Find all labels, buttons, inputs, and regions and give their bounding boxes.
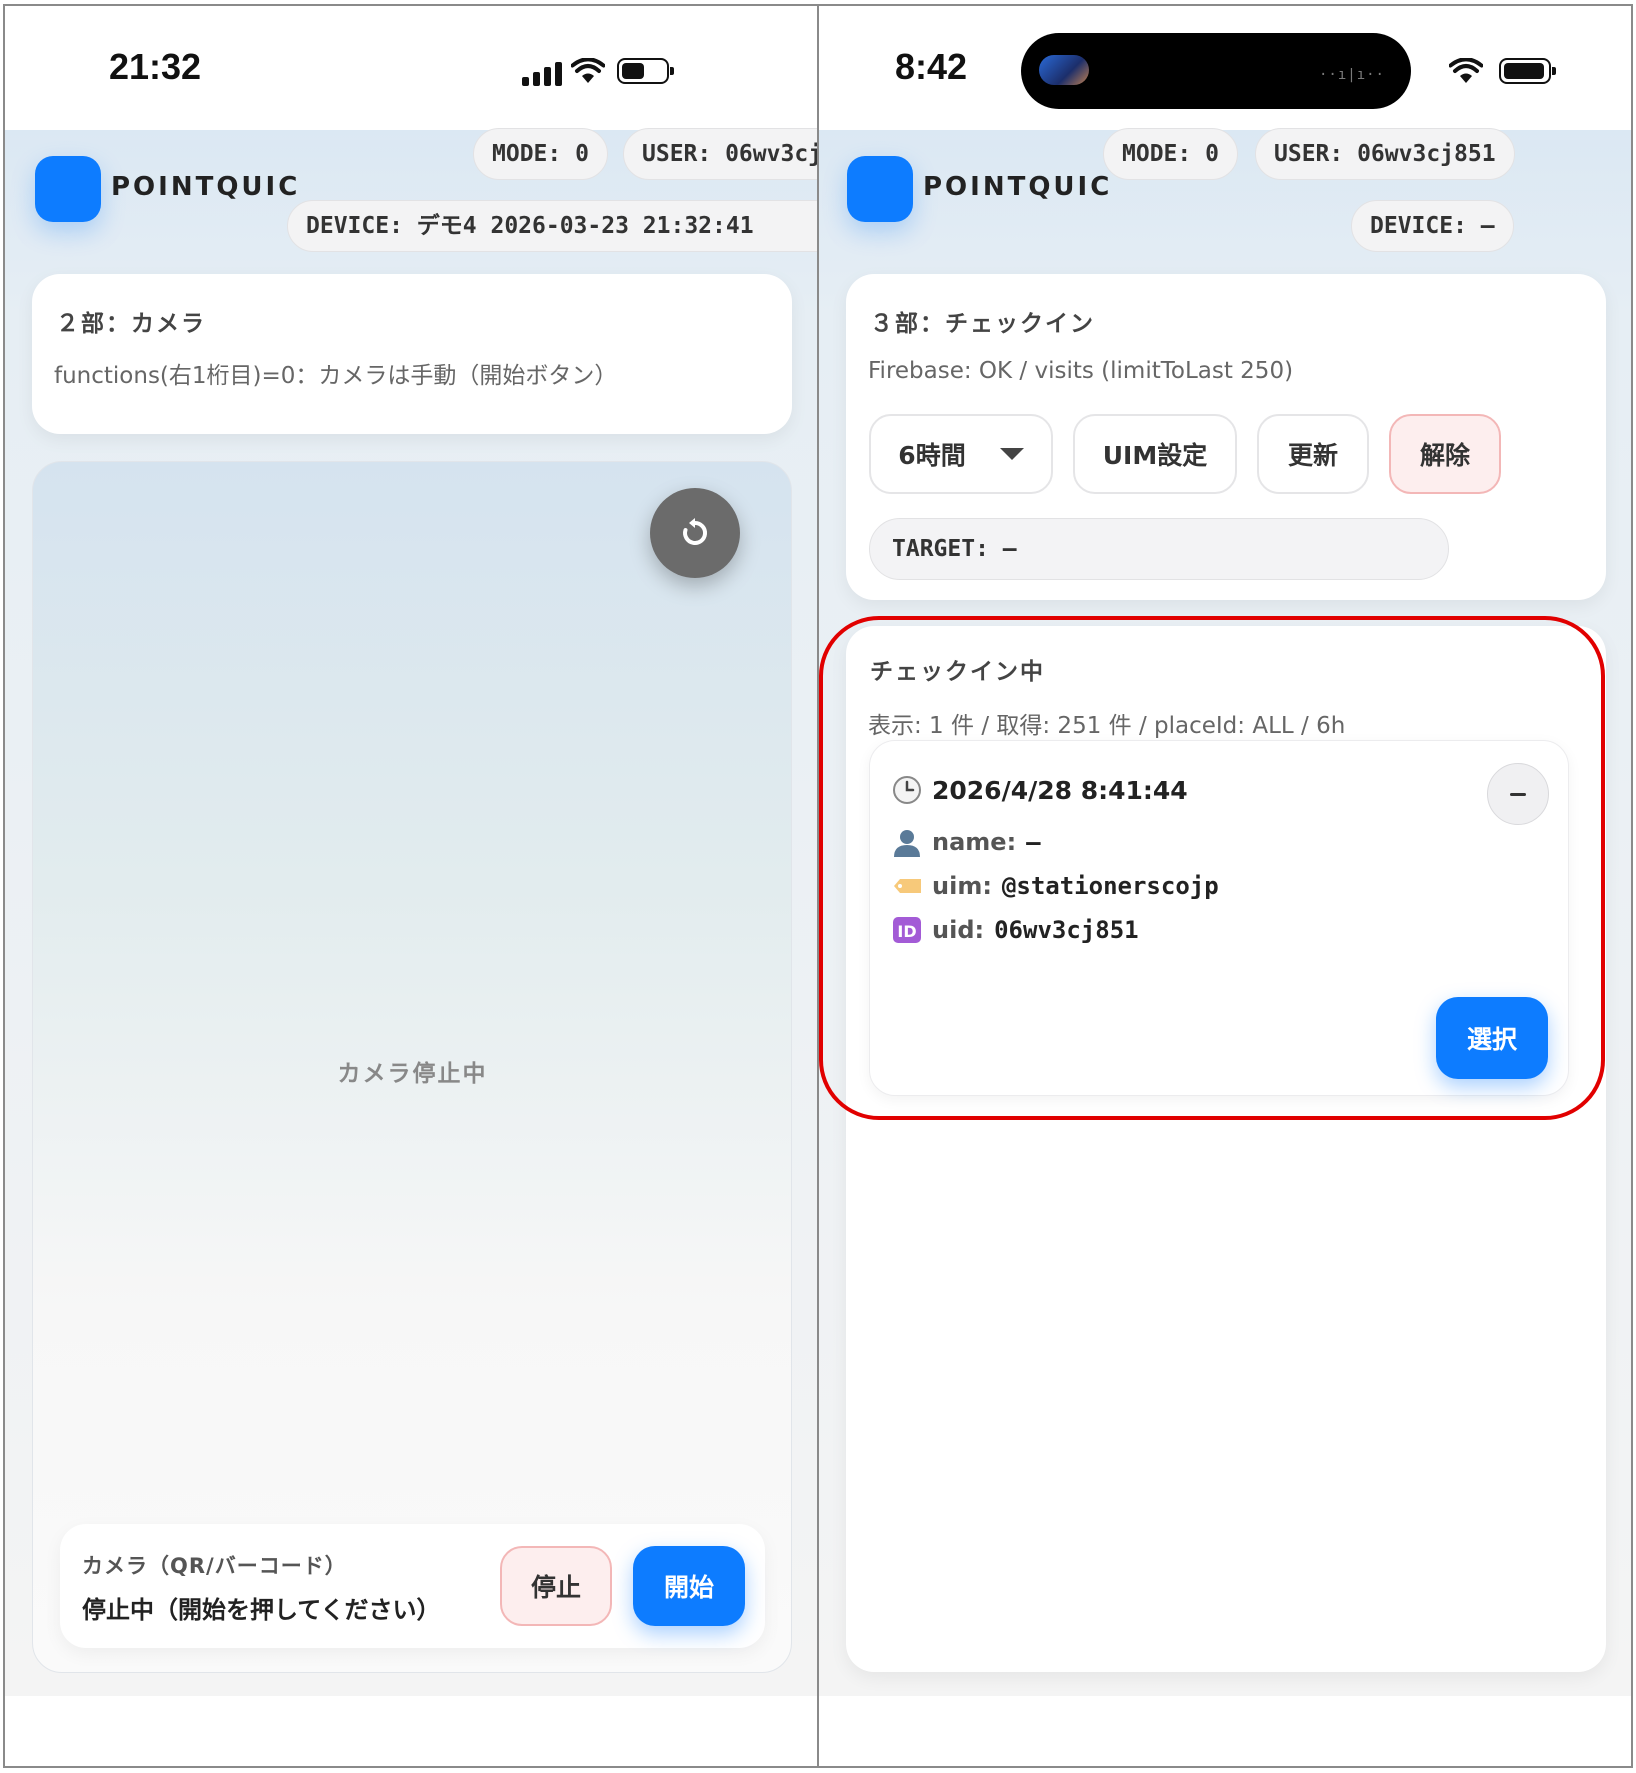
app-logo xyxy=(847,156,913,222)
status-bar: 8:42 ··ı|ı·· xyxy=(819,6,1631,130)
user-pill: USER: 06wv3cj851 xyxy=(623,128,817,180)
audio-waveform-icon: ··ı|ı·· xyxy=(1318,67,1385,83)
camera-status: 停止中（開始を押してください） xyxy=(82,1596,441,1624)
card-title: ２部：カメラ xyxy=(56,311,206,337)
status-time: 21:32 xyxy=(109,46,202,87)
firebase-status: Firebase: OK / visits (limitToLast 250) xyxy=(868,358,1294,384)
refresh-camera-button[interactable] xyxy=(650,488,740,578)
wifi-icon xyxy=(571,58,605,83)
camera-control-panel: カメラ（QR/バーコード） 停止中（開始を押してください） 停止 開始 xyxy=(60,1524,765,1648)
highlight-annotation xyxy=(819,616,1605,1120)
card-subtitle: functions(右1桁目)=0：カメラは手動（開始ボタン） xyxy=(54,363,618,389)
status-time: 8:42 xyxy=(895,46,968,87)
start-button[interactable]: 開始 xyxy=(633,1546,745,1626)
status-bar: 21:32 xyxy=(5,6,817,130)
cellular-signal-icon xyxy=(522,62,562,86)
wifi-icon xyxy=(1449,58,1483,83)
right-phone-screen: 8:42 ··ı|ı·· POINTQUIC MODE: 0 USER: 06w… xyxy=(818,4,1633,1768)
camera-stopped-text: カメラ停止中 xyxy=(337,1061,488,1087)
target-field: TARGET: – xyxy=(869,518,1449,580)
device-pill: DEVICE: – xyxy=(1351,200,1514,252)
user-pill: USER: 06wv3cj851 xyxy=(1255,128,1515,180)
card-title: ３部：チェックイン xyxy=(870,311,1095,337)
brand-name: POINTQUIC xyxy=(923,172,1113,202)
camera-info-card: ２部：カメラ functions(右1桁目)=0：カメラは手動（開始ボタン） xyxy=(32,274,792,434)
left-phone-screen: 21:32 POINTQUIC MODE: 0 USER: 06wv3cj851… xyxy=(3,4,818,1768)
battery-icon xyxy=(1499,58,1556,84)
release-button[interactable]: 解除 xyxy=(1389,414,1501,494)
battery-icon xyxy=(617,58,674,84)
stop-button[interactable]: 停止 xyxy=(500,1546,612,1626)
chevron-down-icon xyxy=(999,448,1024,460)
camera-label: カメラ（QR/バーコード） xyxy=(82,1554,347,1578)
dynamic-island: ··ı|ı·· xyxy=(1021,33,1411,109)
brand-name: POINTQUIC xyxy=(111,172,301,202)
mode-pill: MODE: 0 xyxy=(1103,128,1238,180)
refresh-button[interactable]: 更新 xyxy=(1257,414,1369,494)
rotate-ccw-icon xyxy=(683,518,708,545)
app-logo xyxy=(35,156,101,222)
time-range-select[interactable]: 6時間 xyxy=(869,414,1053,494)
uim-settings-button[interactable]: UIM設定 xyxy=(1073,414,1237,494)
time-range-value: 6時間 xyxy=(898,441,966,470)
device-pill: DEVICE: デモ4 2026-03-23 21:32:41 xyxy=(287,200,817,252)
mode-pill: MODE: 0 xyxy=(473,128,608,180)
live-activity-thumbnail-icon xyxy=(1039,55,1089,85)
